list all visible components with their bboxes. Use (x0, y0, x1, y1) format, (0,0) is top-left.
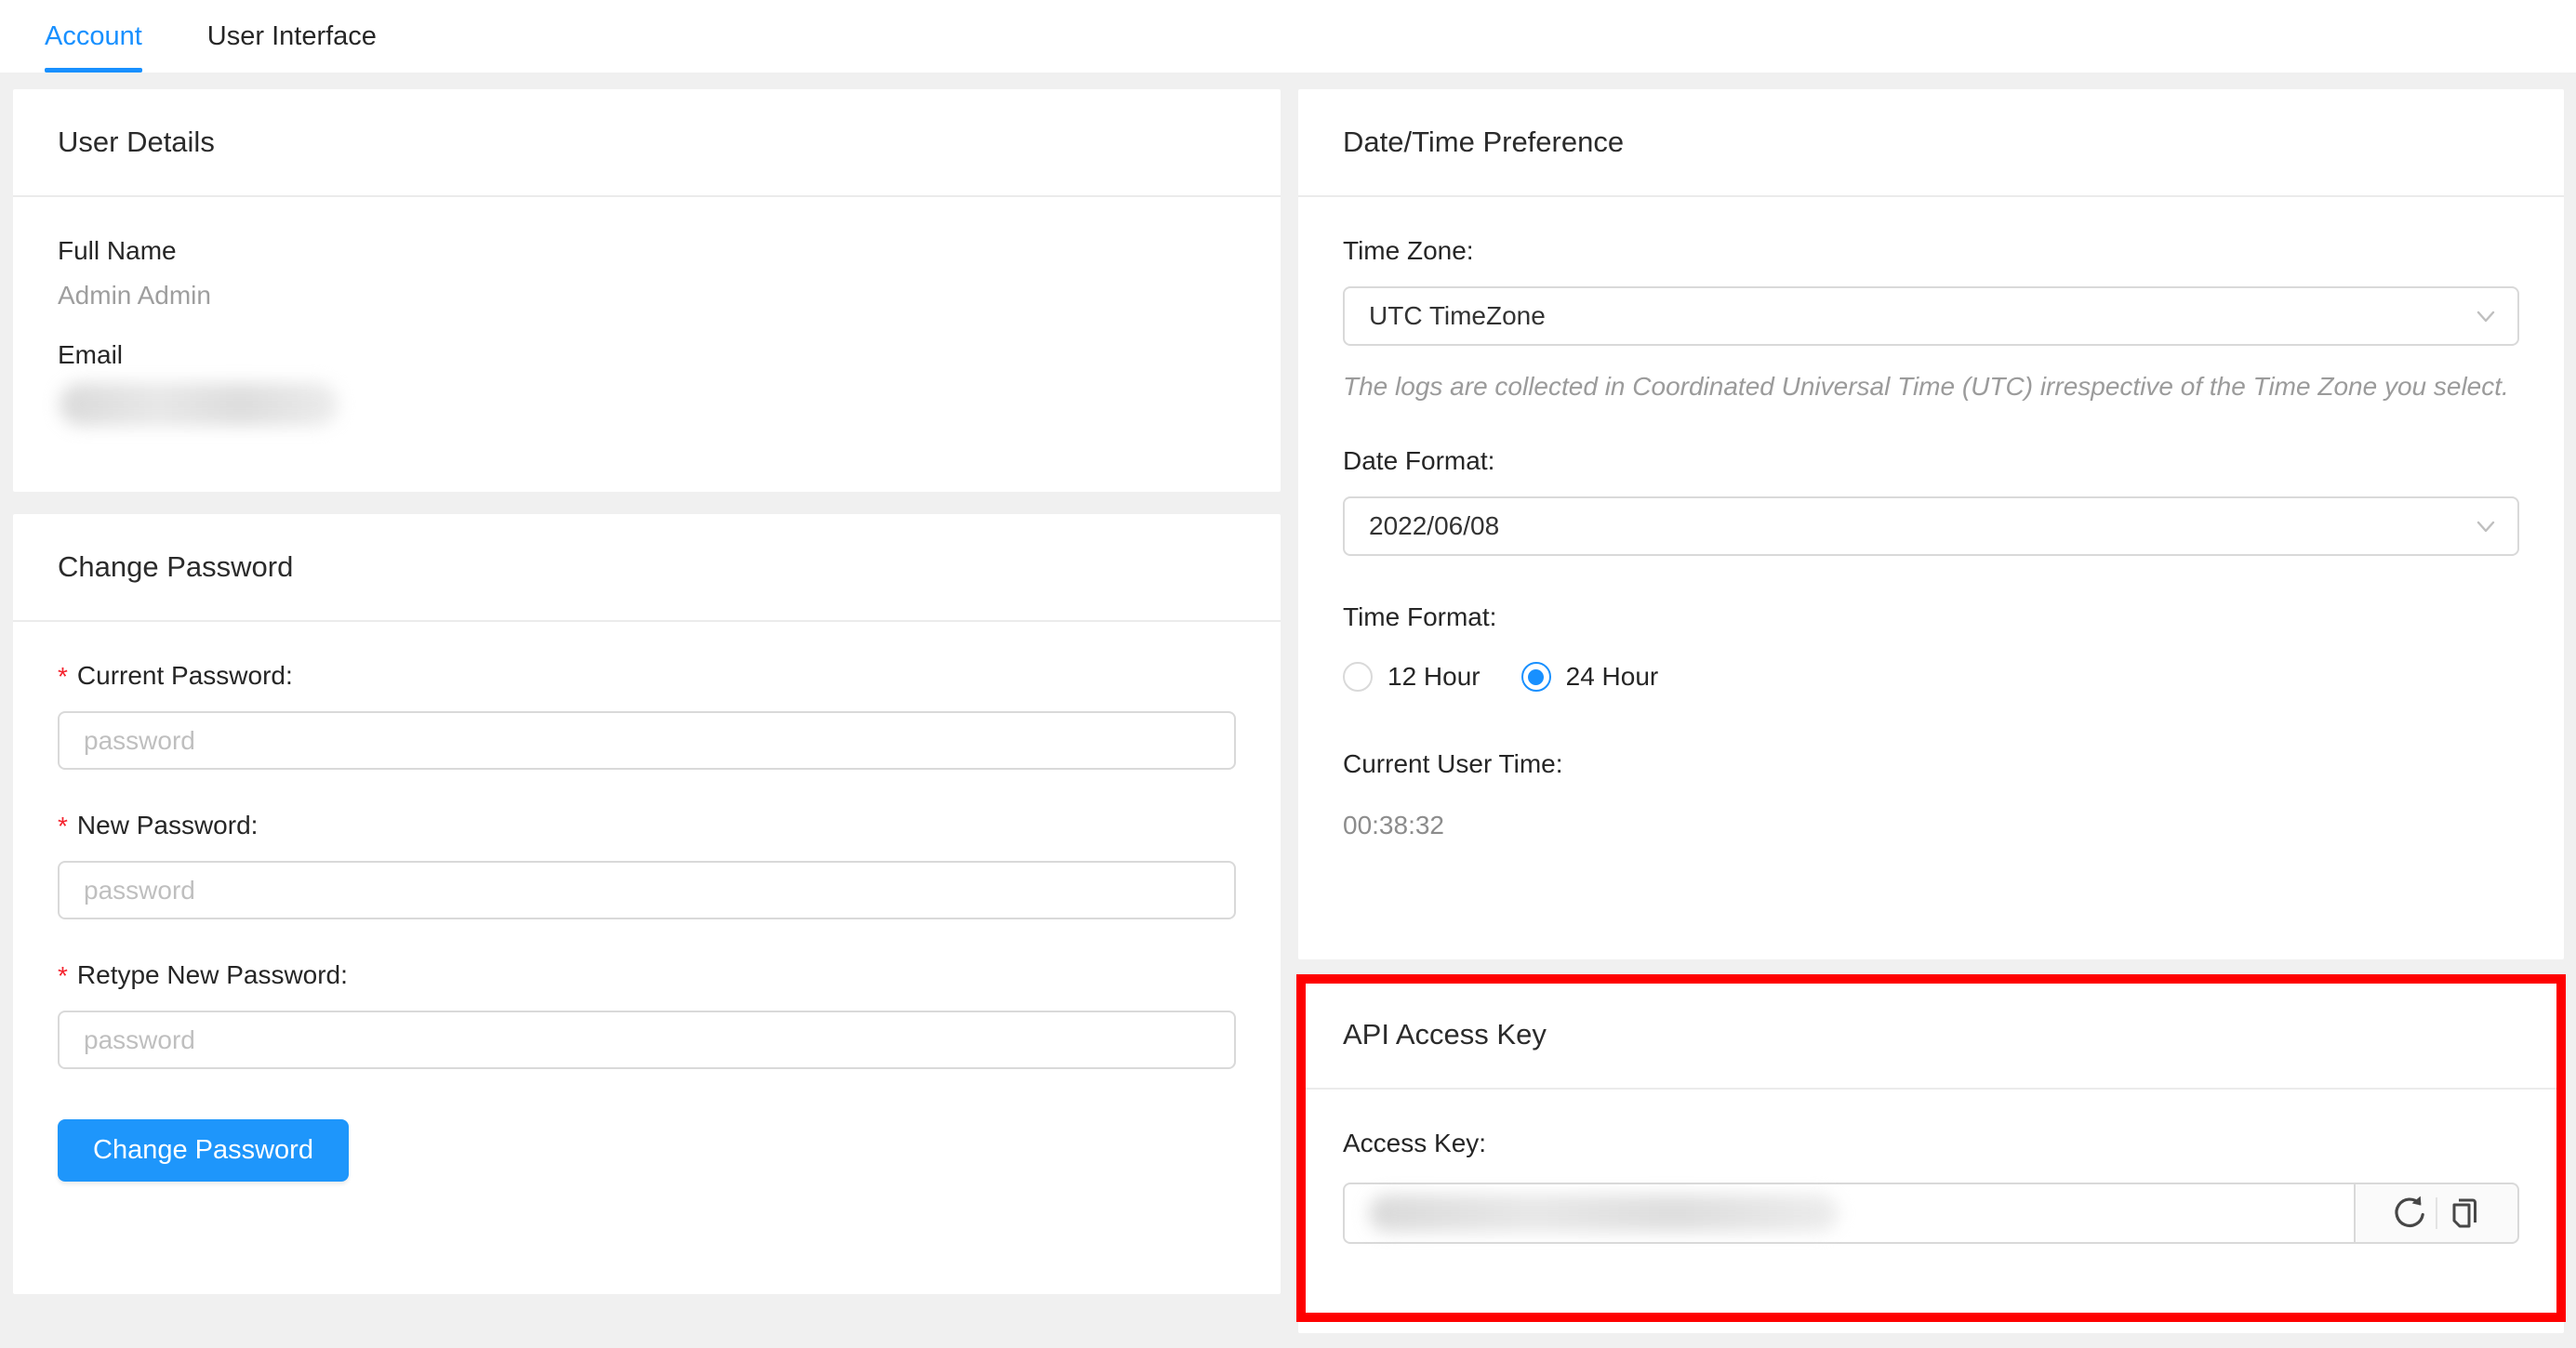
required-marker: * (58, 960, 68, 992)
change-password-title: Change Password (58, 550, 293, 584)
full-name-label: Full Name (58, 236, 1236, 266)
radio-24-hour-label: 24 Hour (1566, 662, 1659, 692)
api-access-key-section: API Access Key Access Key: (1298, 982, 2564, 1333)
datetime-preference-card: Date/Time Preference Time Zone: UTC Time… (1298, 89, 2564, 959)
date-format-label: Date Format: (1343, 446, 2519, 476)
api-access-key-header: API Access Key (1298, 982, 2564, 1090)
tab-account[interactable]: Account (45, 0, 142, 73)
radio-option-12-hour[interactable]: 12 Hour (1343, 662, 1481, 692)
current-password-input[interactable] (58, 711, 1236, 770)
retype-password-label-row: * Retype New Password: (58, 960, 1236, 992)
settings-page: User Details Full Name Admin Admin Email… (0, 73, 2576, 1333)
retype-password-label: Retype New Password: (77, 960, 348, 990)
time-format-label: Time Format: (1343, 602, 2519, 632)
retype-password-input[interactable] (58, 1011, 1236, 1069)
tab-user-interface[interactable]: User Interface (207, 0, 377, 73)
change-password-card: Change Password * Current Password: * Ne… (13, 514, 1281, 1294)
access-key-input-group (1343, 1183, 2519, 1244)
change-password-header: Change Password (13, 514, 1281, 622)
refresh-icon (2388, 1192, 2429, 1236)
copy-key-button[interactable] (2437, 1187, 2491, 1239)
date-format-select-value: 2022/06/08 (1369, 511, 1499, 541)
email-value-redacted (60, 383, 339, 426)
user-details-title: User Details (58, 126, 215, 159)
tab-user-interface-label: User Interface (207, 21, 377, 52)
timezone-select-value: UTC TimeZone (1369, 301, 1546, 331)
regenerate-key-button[interactable] (2382, 1187, 2436, 1239)
timezone-select[interactable]: UTC TimeZone (1343, 286, 2519, 346)
radio-12-hour[interactable] (1343, 662, 1373, 692)
full-name-value: Admin Admin (58, 281, 1236, 311)
time-format-radio-group: 12 Hour 24 Hour (1343, 662, 2519, 692)
access-key-input[interactable] (1343, 1183, 2354, 1244)
copy-icon (2444, 1192, 2485, 1236)
current-password-label-row: * Current Password: (58, 661, 1236, 693)
chevron-down-icon (2473, 303, 2499, 329)
required-marker: * (58, 811, 68, 842)
timezone-label: Time Zone: (1343, 236, 2519, 266)
date-format-select[interactable]: 2022/06/08 (1343, 496, 2519, 556)
radio-24-hour[interactable] (1521, 662, 1551, 692)
change-password-button[interactable]: Change Password (58, 1119, 349, 1182)
access-key-value-redacted (1369, 1195, 1839, 1232)
current-password-label: Current Password: (77, 661, 293, 691)
chevron-down-icon (2473, 513, 2499, 539)
required-marker: * (58, 661, 68, 693)
access-key-actions (2354, 1183, 2519, 1244)
new-password-label: New Password: (77, 811, 259, 840)
datetime-preference-title: Date/Time Preference (1343, 126, 1624, 159)
tab-bar: Account User Interface (0, 0, 2576, 73)
api-access-key-card: API Access Key Access Key: (1298, 982, 2564, 1333)
email-label: Email (58, 340, 1236, 370)
user-details-header: User Details (13, 89, 1281, 197)
user-details-card: User Details Full Name Admin Admin Email (13, 89, 1281, 492)
api-access-key-title: API Access Key (1343, 1018, 1547, 1051)
radio-option-24-hour[interactable]: 24 Hour (1521, 662, 1659, 692)
current-user-time-label: Current User Time: (1343, 749, 2519, 779)
tab-account-label: Account (45, 21, 142, 52)
utc-note: The logs are collected in Coordinated Un… (1343, 370, 2519, 403)
new-password-input[interactable] (58, 861, 1236, 919)
radio-12-hour-label: 12 Hour (1388, 662, 1481, 692)
access-key-label: Access Key: (1343, 1129, 2519, 1158)
new-password-label-row: * New Password: (58, 811, 1236, 842)
datetime-preference-header: Date/Time Preference (1298, 89, 2564, 197)
current-user-time-value: 00:38:32 (1343, 811, 2519, 840)
